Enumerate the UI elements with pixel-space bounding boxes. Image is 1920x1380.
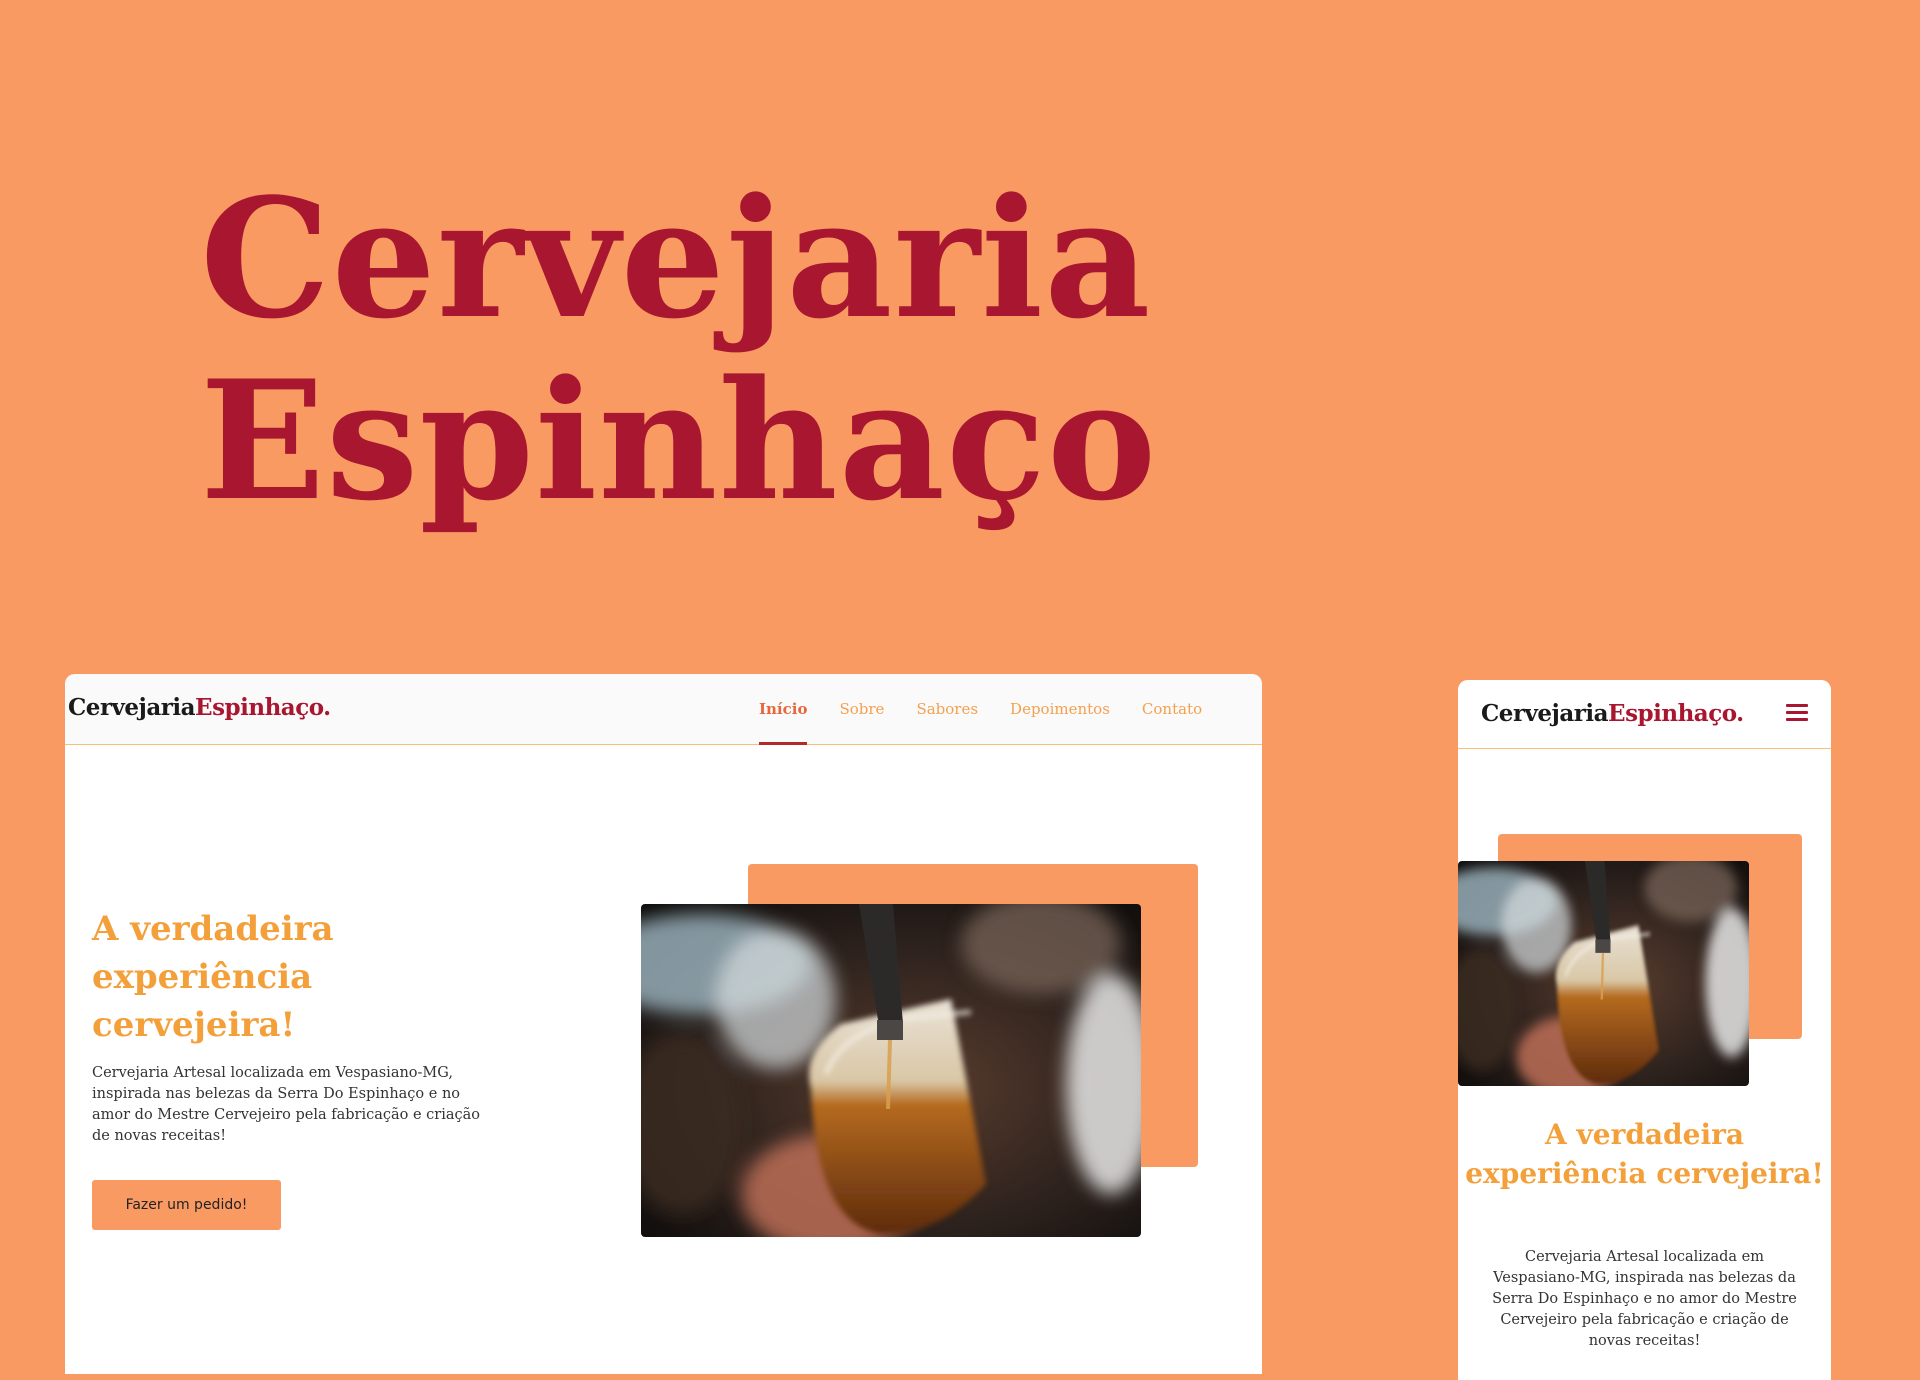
desktop-beer-photo <box>641 904 1141 1237</box>
mobile-description: Cervejaria Artesal localizada em Vespasi… <box>1492 1249 1797 1349</box>
desktop-nav-menu: Início Sobre Sabores Depoimentos Contato <box>759 674 1234 745</box>
logo-part2: Espinhaço. <box>195 694 331 721</box>
desktop-logo[interactable]: CervejariaEspinhaço. <box>68 694 331 721</box>
logo-part1: Cervejaria <box>68 694 196 721</box>
mobile-mockup: CervejariaEspinhaço. A verdadeira experi… <box>1458 680 1831 1380</box>
order-button[interactable]: Fazer um pedido! <box>92 1180 281 1230</box>
logo-part2: Espinhaço. <box>1608 700 1744 727</box>
nav-link-contato[interactable]: Contato <box>1142 674 1202 744</box>
beer-tap-image <box>1458 861 1749 1086</box>
desktop-headline: A verdadeira experiência cervejeira! <box>92 909 334 1045</box>
desktop-navbar: CervejariaEspinhaço. Início Sobre Sabore… <box>65 674 1262 745</box>
hamburger-menu-icon[interactable] <box>1786 704 1808 722</box>
mobile-navbar: CervejariaEspinhaço. <box>1458 680 1831 749</box>
nav-link-sabores[interactable]: Sabores <box>916 674 978 744</box>
nav-link-inicio[interactable]: Início <box>759 674 808 745</box>
beer-tap-image <box>641 904 1141 1237</box>
nav-link-depoimentos[interactable]: Depoimentos <box>1010 674 1110 744</box>
desktop-mockup: CervejariaEspinhaço. Início Sobre Sabore… <box>65 674 1262 1374</box>
nav-link-sobre[interactable]: Sobre <box>839 674 884 744</box>
hero-title-line2: Espinhaço <box>200 344 1158 537</box>
mobile-logo[interactable]: CervejariaEspinhaço. <box>1481 700 1744 727</box>
mobile-beer-photo <box>1458 861 1749 1086</box>
hero-title-line1: Cervejaria <box>200 162 1152 355</box>
hero-title: Cervejaria Espinhaço <box>200 168 1157 532</box>
desktop-description: Cervejaria Artesal localizada em Vespasi… <box>92 1065 480 1144</box>
mobile-headline: A verdadeira experiência cervejeira! <box>1465 1118 1824 1190</box>
logo-part1: Cervejaria <box>1481 700 1609 727</box>
